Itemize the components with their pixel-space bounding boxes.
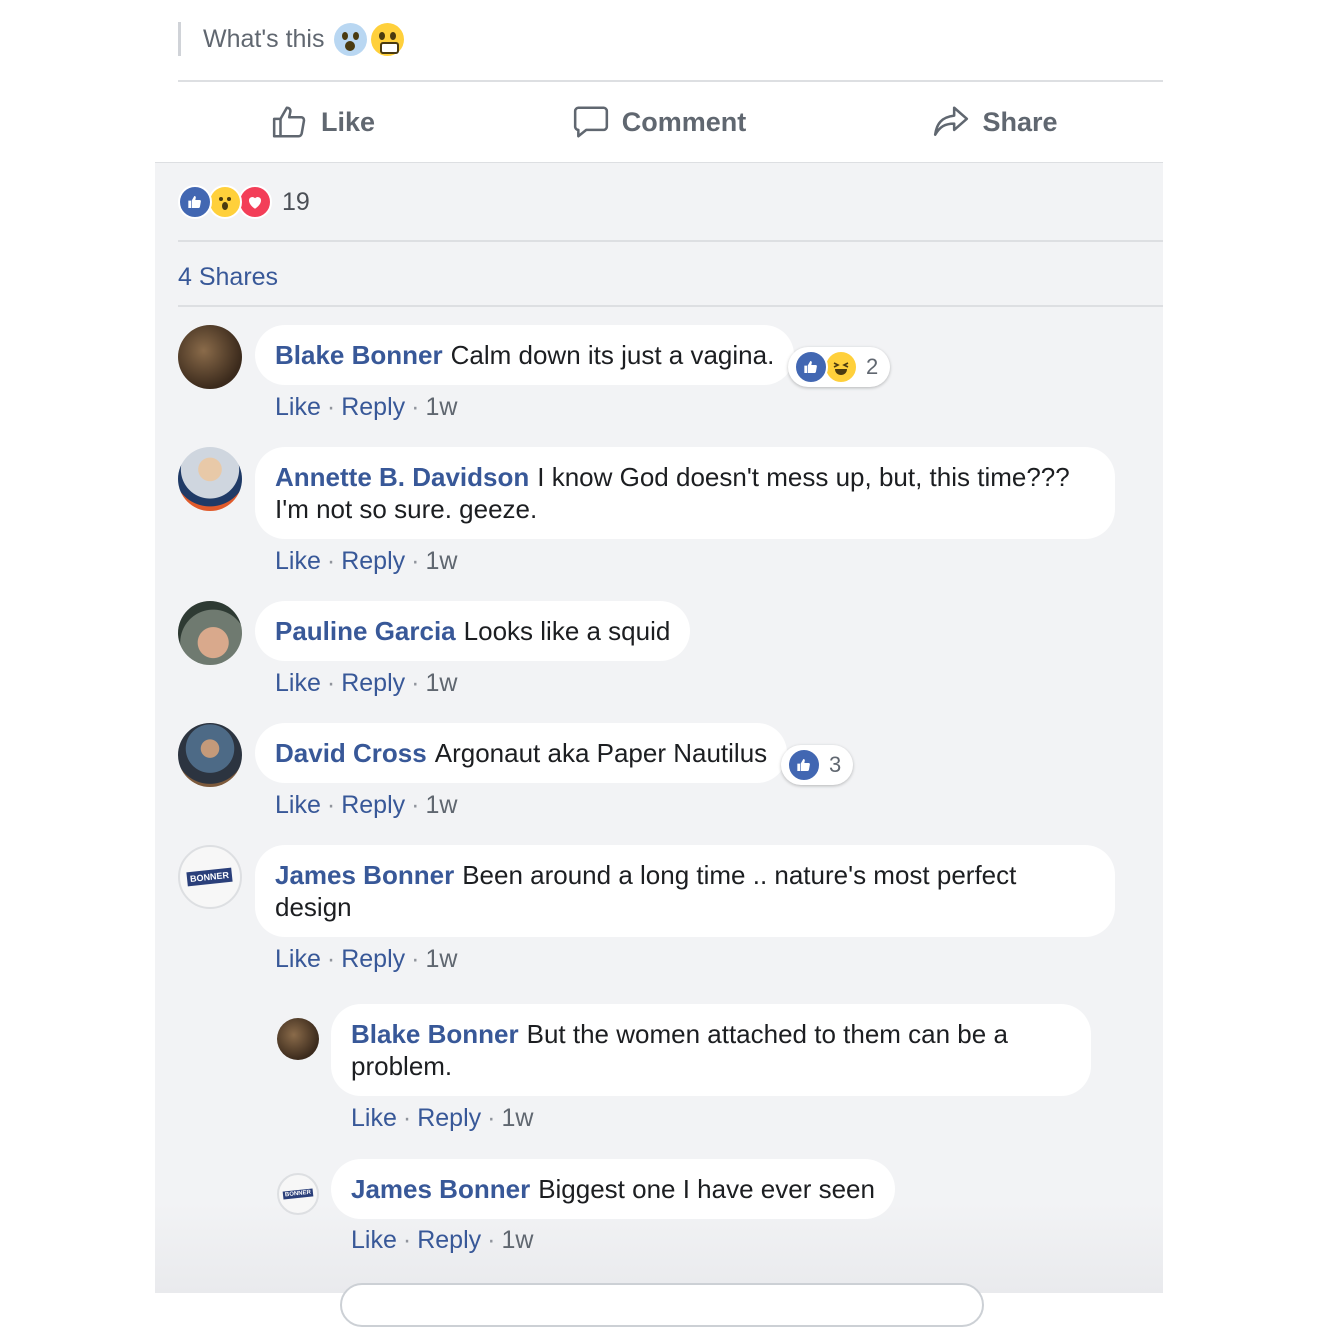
comment-reply-link[interactable]: Reply (341, 393, 405, 421)
comment-bubble: David Cross Argonaut aka Paper Nautilus (255, 723, 788, 783)
comment-author[interactable]: James Bonner (275, 860, 454, 890)
comments-panel: 19 4 Shares Blake Bonner Calm down its ju… (155, 163, 1163, 1327)
comment-time[interactable]: 1w (425, 393, 457, 421)
like-reaction-icon (178, 185, 212, 219)
comment-like-link[interactable]: Like (275, 945, 321, 973)
comment-reaction-count: 2 (866, 354, 879, 379)
comment-reaction-pill[interactable]: 2 (788, 347, 891, 387)
comment-icon (573, 106, 608, 138)
avatar-badge: BONNER (282, 1188, 314, 1200)
reply-time[interactable]: 1w (501, 1104, 533, 1132)
comment-time[interactable]: 1w (425, 669, 457, 697)
comment-action-label: Comment (621, 106, 747, 137)
shares-link[interactable]: 4 Shares (178, 263, 278, 292)
comment-bubble: James Bonner Been around a long time .. n… (255, 845, 1115, 937)
comment-text: Looks like a squid (463, 616, 671, 646)
reply-reply-link[interactable]: Reply (417, 1104, 481, 1132)
share-action-label: Share (982, 106, 1058, 137)
comment-bubble: Blake Bonner Calm down its just a vagina. (255, 325, 795, 385)
comment-reply-link[interactable]: Reply (341, 945, 405, 973)
comment-reply-link[interactable]: Reply (341, 669, 405, 697)
reply-bubble: Blake Bonner But the women attached to th… (331, 1004, 1091, 1096)
comment-action-button[interactable]: Comment (491, 103, 827, 141)
reaction-summary[interactable]: 19 (178, 185, 310, 219)
comment-time[interactable]: 1w (425, 945, 457, 973)
comment-like-link[interactable]: Like (275, 669, 321, 697)
comment-text: Argonaut aka Paper Nautilus (434, 738, 768, 768)
post-action-bar: Like Comment Share (155, 82, 1163, 164)
comment-reply-link[interactable]: Reply (341, 791, 405, 819)
comment-meta: Like · Reply · 1w (275, 393, 458, 421)
comment-time[interactable]: 1w (425, 791, 457, 819)
scream-emoji-icon (334, 22, 368, 56)
like-action-label: Like (320, 106, 376, 137)
divider (178, 240, 1163, 242)
comment-reaction-count: 3 (829, 752, 842, 777)
share-action-button[interactable]: Share (827, 103, 1163, 141)
like-action-button[interactable]: Like (155, 103, 491, 141)
grimace-emoji-icon (371, 22, 405, 56)
comment-time[interactable]: 1w (425, 547, 457, 575)
reply-bubble: James Bonner Biggest one I have ever seen (331, 1159, 895, 1219)
reply-reply-link[interactable]: Reply (417, 1226, 481, 1254)
haha-reaction-icon (824, 350, 858, 384)
comment-reaction-pill[interactable]: 3 (781, 745, 854, 785)
comment-author[interactable]: David Cross (275, 738, 427, 768)
like-reaction-icon (787, 748, 821, 782)
comment-author[interactable]: Pauline Garcia (275, 616, 456, 646)
reaction-count[interactable]: 19 (282, 188, 310, 217)
divider (178, 305, 1163, 307)
avatar[interactable] (178, 601, 242, 665)
like-reaction-icon (794, 350, 828, 384)
comment-bubble: Pauline Garcia Looks like a squid (255, 601, 691, 661)
reply-text: Biggest one I have ever seen (538, 1174, 875, 1204)
reply-author[interactable]: James Bonner (351, 1174, 530, 1204)
wow-reaction-icon (208, 185, 242, 219)
reply-meta: Like · Reply · 1w (351, 1104, 534, 1132)
comment-author[interactable]: Blake Bonner (275, 340, 443, 370)
avatar[interactable] (178, 723, 242, 787)
comment-reply-link[interactable]: Reply (341, 547, 405, 575)
comment-text: Calm down its just a vagina. (450, 340, 775, 370)
comment-meta: Like · Reply · 1w (275, 669, 458, 697)
comment-like-link[interactable]: Like (275, 393, 321, 421)
post-text: What's this (203, 24, 325, 53)
post-text-quote: What's this (178, 22, 405, 56)
comment-meta: Like · Reply · 1w (275, 791, 458, 819)
comment-meta: Like · Reply · 1w (275, 945, 458, 973)
avatar-badge: BONNER (186, 867, 234, 887)
reply-like-link[interactable]: Like (351, 1104, 397, 1132)
thumbs-up-icon (272, 106, 306, 138)
reply-meta: Like · Reply · 1w (351, 1226, 534, 1254)
reply-like-link[interactable]: Like (351, 1226, 397, 1254)
avatar[interactable]: BONNER (277, 1173, 319, 1215)
comment-bubble: Annette B. Davidson I know God doesn't me… (255, 447, 1115, 539)
avatar[interactable] (277, 1018, 319, 1060)
reply-author[interactable]: Blake Bonner (351, 1019, 519, 1049)
share-icon (934, 106, 969, 136)
comment-like-link[interactable]: Like (275, 791, 321, 819)
write-reply-input[interactable] (340, 1283, 984, 1327)
comment-author[interactable]: Annette B. Davidson (275, 462, 529, 492)
comment-like-link[interactable]: Like (275, 547, 321, 575)
love-reaction-icon (238, 185, 272, 219)
avatar[interactable] (178, 447, 242, 511)
comment-meta: Like · Reply · 1w (275, 547, 458, 575)
reply-time[interactable]: 1w (501, 1226, 533, 1254)
avatar[interactable]: BONNER (178, 845, 242, 909)
avatar[interactable] (178, 325, 242, 389)
